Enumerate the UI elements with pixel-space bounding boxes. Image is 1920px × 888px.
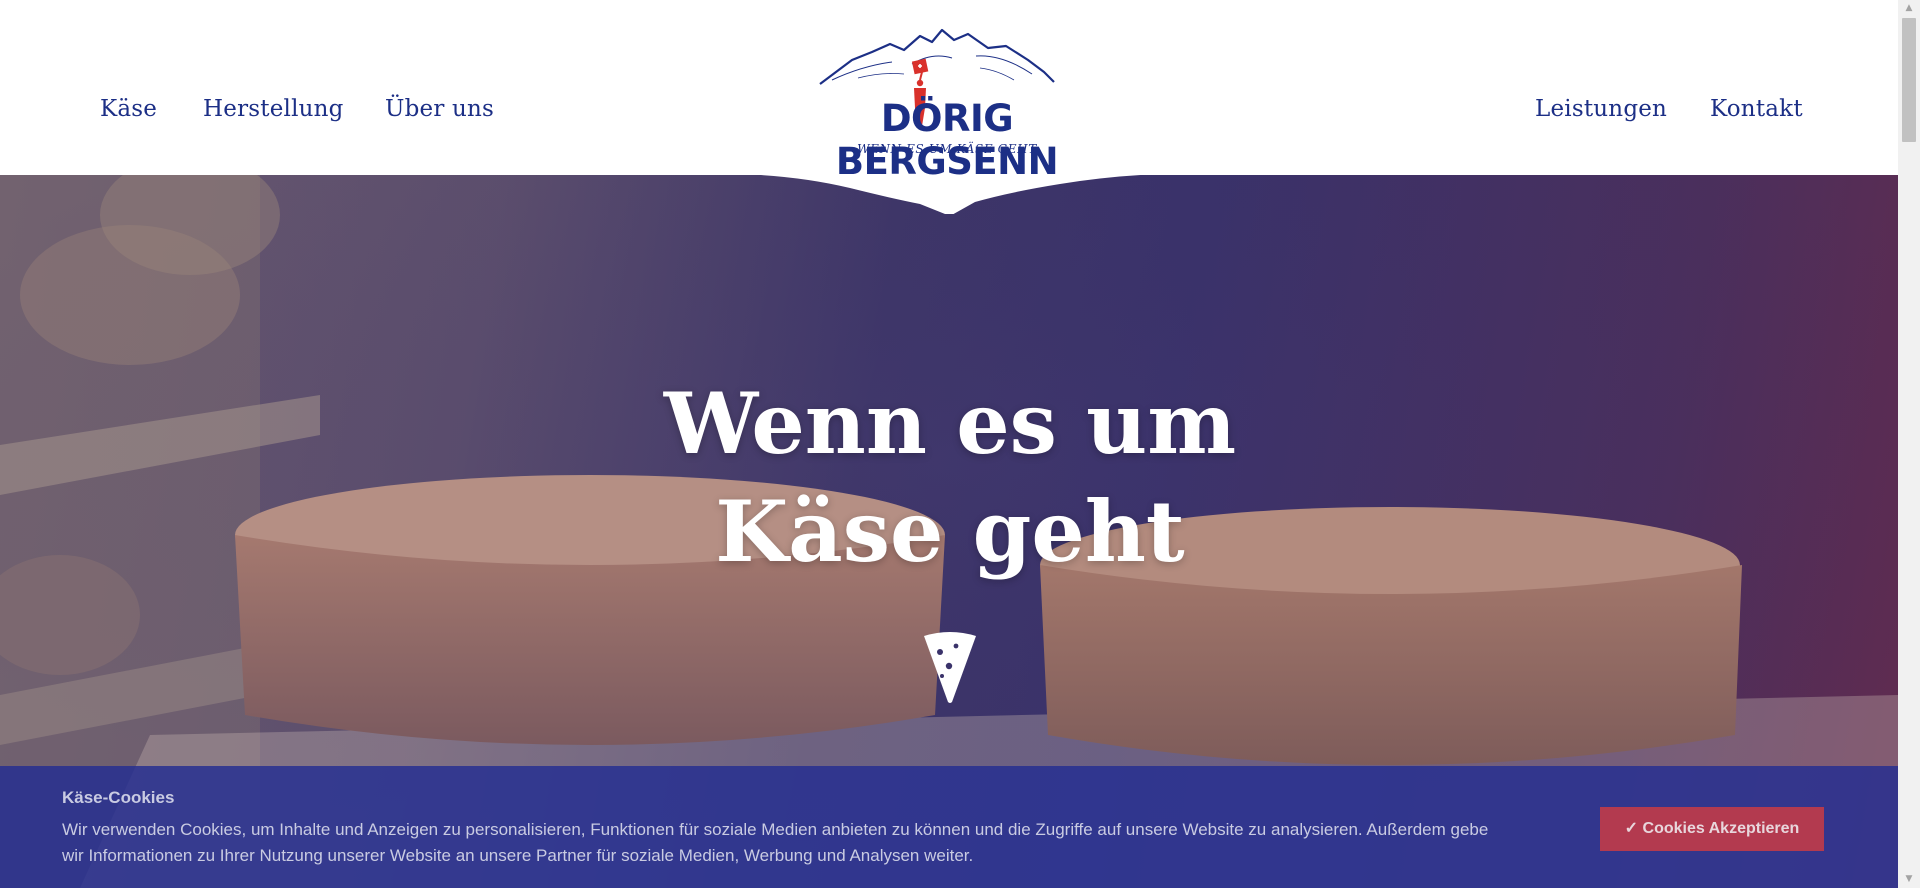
cookie-text-line-1: Wir verwenden Cookies, um Inhalte und An…	[62, 820, 1489, 839]
scroll-down-arrow-icon[interactable]: ▼	[1898, 871, 1920, 888]
brand-logo[interactable]: DÖRIG BERGSENN WENN ES UM KÄSE GEHT	[792, 22, 1112, 183]
scroll-up-arrow-icon[interactable]: ▲	[1898, 0, 1920, 17]
hero-title: Wenn es um Käse geht	[560, 370, 1340, 586]
cookie-text-line-2: wir Informationen zu Ihrer Nutzung unser…	[62, 846, 974, 865]
cookie-banner: Käse-Cookies Wir verwenden Cookies, um I…	[0, 766, 1898, 888]
nav-herstellung[interactable]: Herstellung	[203, 96, 344, 122]
cookie-title: Käse-Cookies	[62, 788, 175, 807]
nav-ueber-uns[interactable]: Über uns	[385, 96, 494, 122]
cheese-slice-icon	[924, 632, 976, 703]
accept-cookies-button[interactable]: ✓ Cookies Akzeptieren	[1600, 807, 1824, 851]
site-header: Käse Herstellung Über uns DÖRIG BERGSENN…	[0, 0, 1898, 183]
nav-kaese[interactable]: Käse	[100, 96, 157, 122]
scroll-thumb[interactable]	[1902, 18, 1916, 142]
nav-leistungen[interactable]: Leistungen	[1535, 96, 1667, 122]
nav-kontakt[interactable]: Kontakt	[1710, 96, 1803, 122]
brand-tagline: WENN ES UM KÄSE GEHT	[857, 142, 1037, 156]
hero-title-line-1: Wenn es um	[663, 374, 1237, 473]
hero-title-line-2: Käse geht	[715, 482, 1185, 581]
cookie-text: Wir verwenden Cookies, um Inhalte und An…	[62, 817, 1602, 869]
brand-name: DÖRIG BERGSENN	[835, 97, 1059, 183]
page-scrollbar[interactable]: ▲ ▼	[1898, 0, 1920, 888]
